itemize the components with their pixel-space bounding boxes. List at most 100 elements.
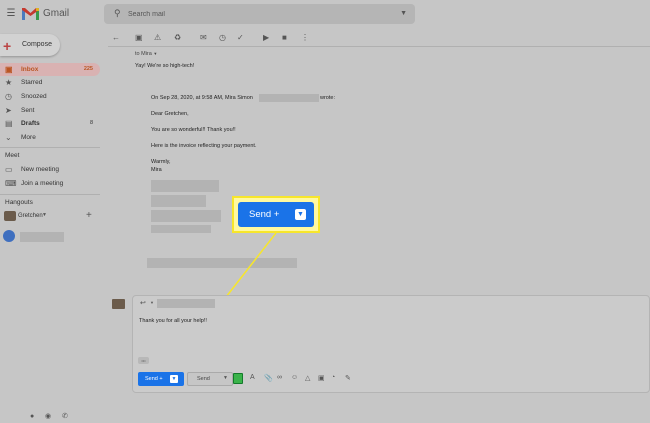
redacted-contact [20,232,64,242]
delete-icon[interactable]: ♻ [174,34,181,42]
meet-item-label: Join a meeting [21,180,64,187]
unread-count: 225 [83,66,93,72]
quote-line: You are so wonderful!! Thank you!! [151,127,236,133]
redacted-recipient [157,299,215,308]
schedule-send-icon[interactable]: ▼ [170,375,178,383]
top-bar: ☰ Gmail ⚲ ▼ [0,0,650,30]
divider [0,194,100,195]
meet-section-title: Meet [5,152,20,159]
person-icon[interactable]: ● [30,413,34,420]
recipient-line[interactable]: to Mira ▼ [135,51,157,57]
search-icon[interactable]: ⚲ [114,9,121,18]
gmail-m-icon [22,8,39,20]
send-label: Send + [145,376,163,382]
plus-icon: + [3,38,12,54]
redacted-block [151,195,206,207]
divider [0,147,100,148]
redacted-block [151,210,221,222]
redacted-block [151,180,219,192]
sidebar-item-label: Sent [21,107,35,114]
chevron-down-icon[interactable]: ▼ [150,301,154,305]
show-trimmed-content-button[interactable]: ••• [138,357,149,364]
redacted-block [151,225,211,233]
mark-unread-icon[interactable]: ✉ [200,34,207,42]
sidebar-item-label: Inbox [21,66,39,73]
attach-icon[interactable]: 📎 [264,374,273,382]
sidebar-item-label: Snoozed [21,93,47,100]
search-bar[interactable]: ⚲ ▼ [104,4,415,24]
gmail-logo[interactable]: Gmail [22,7,69,20]
add-icon[interactable]: + [86,211,92,221]
callout-send-button: Send + ▼ [238,202,314,227]
compose-button[interactable]: + Compose [0,34,60,56]
clock-icon: ◷ [5,92,12,101]
quote-signature: Mira [151,167,162,173]
star-icon: ★ [5,78,13,87]
quote-greeting: Dear Gretchen, [151,111,189,117]
send-options-icon[interactable]: ▼ [223,376,228,381]
archive-icon[interactable]: ▣ [135,34,143,42]
sidebar-item-snoozed[interactable]: ◷ Snoozed [0,90,100,103]
back-arrow-icon[interactable]: ← [112,34,120,42]
hangouts-section-title: Hangouts [5,199,33,206]
formatting-options-icon[interactable]: A [250,374,255,381]
compose-label: Compose [22,41,52,48]
chevron-down-icon: ▼ [153,51,158,56]
quote-wrote: wrote: [320,95,335,101]
quote-line: Here is the invoice reflecting your paym… [151,143,257,149]
avatar[interactable] [4,211,16,221]
sidebar-item-inbox[interactable]: ▣ Inbox 225 [0,63,100,76]
sidebar-item-label: More [21,134,36,141]
message-body-line: Yay! We're so high-tech! [135,63,195,69]
sidebar-item-more[interactable]: ⌄ More [0,131,100,144]
highlighted-format-icon[interactable] [233,373,243,384]
avatar [112,299,125,309]
message-toolbar: ← ▣ ⚠ ♻ ✉ ◷ ✓ ▶ ■ ⋮ [108,32,650,46]
phone-icon[interactable]: ✆ [62,413,68,420]
sidebar-item-label: Starred [21,79,43,86]
link-icon[interactable]: ∞ [277,374,282,381]
sidebar-footer: ● ◉ ✆ [0,411,98,423]
redacted-block [147,258,297,268]
logo-text: Gmail [43,8,70,19]
drive-icon[interactable]: △ [305,374,310,382]
redacted-email [259,94,319,102]
search-options-icon[interactable]: ▼ [400,10,407,17]
move-to-icon[interactable]: ▶ [263,34,269,42]
menu-icon[interactable]: ☰ [6,9,16,19]
quote-header: On Sep 28, 2020, at 9:58 AM, Mira Simon [151,95,253,101]
sidebar-item-label: Drafts [21,120,40,127]
keyboard-icon: ⌨ [5,179,17,188]
schedule-send-icon: ▼ [295,209,306,220]
signature-icon[interactable]: ✎ [345,374,351,382]
sidebar-item-starred[interactable]: ★ Starred [0,76,100,89]
hangouts-user-name[interactable]: Gretchen [18,213,43,219]
emoji-icon[interactable]: ☺ [291,374,298,381]
sidebar-item-sent[interactable]: ➤ Sent [0,104,100,117]
video-icon: ▭ [5,165,13,174]
meet-item-join-meeting[interactable]: ⌨ Join a meeting [0,177,100,190]
meet-item-label: New meeting [21,166,59,173]
add-task-icon[interactable]: ✓ [237,34,244,42]
avatar[interactable] [3,230,15,242]
snooze-icon[interactable]: ◷ [219,34,226,42]
draft-count: 8 [89,120,93,126]
search-input[interactable] [128,8,378,20]
reply-body[interactable]: Thank you for all your help!! [139,318,207,324]
more-options-icon[interactable]: ⋮ [301,34,309,42]
report-spam-icon[interactable]: ⚠ [154,34,161,42]
photo-icon[interactable]: ▣ [318,374,325,382]
meet-item-new-meeting[interactable]: ▭ New meeting [0,163,100,176]
draft-icon: ▤ [5,119,13,128]
chevron-down-icon[interactable]: ▼ [42,213,47,218]
reply-icon[interactable]: ↩ [140,300,146,307]
sidebar-item-drafts[interactable]: ▤ Drafts 8 [0,117,100,130]
hangouts-icon[interactable]: ◉ [45,413,51,420]
quote-closing: Warmly, [151,159,171,165]
callout-send-label: Send + [249,209,280,220]
send-button[interactable]: Send + ▼ [138,372,184,386]
secondary-send-label: Send [197,376,210,382]
confidential-icon[interactable]: ◔ [331,374,335,381]
recipient-text: to Mira [135,51,152,57]
label-icon[interactable]: ■ [282,34,287,42]
